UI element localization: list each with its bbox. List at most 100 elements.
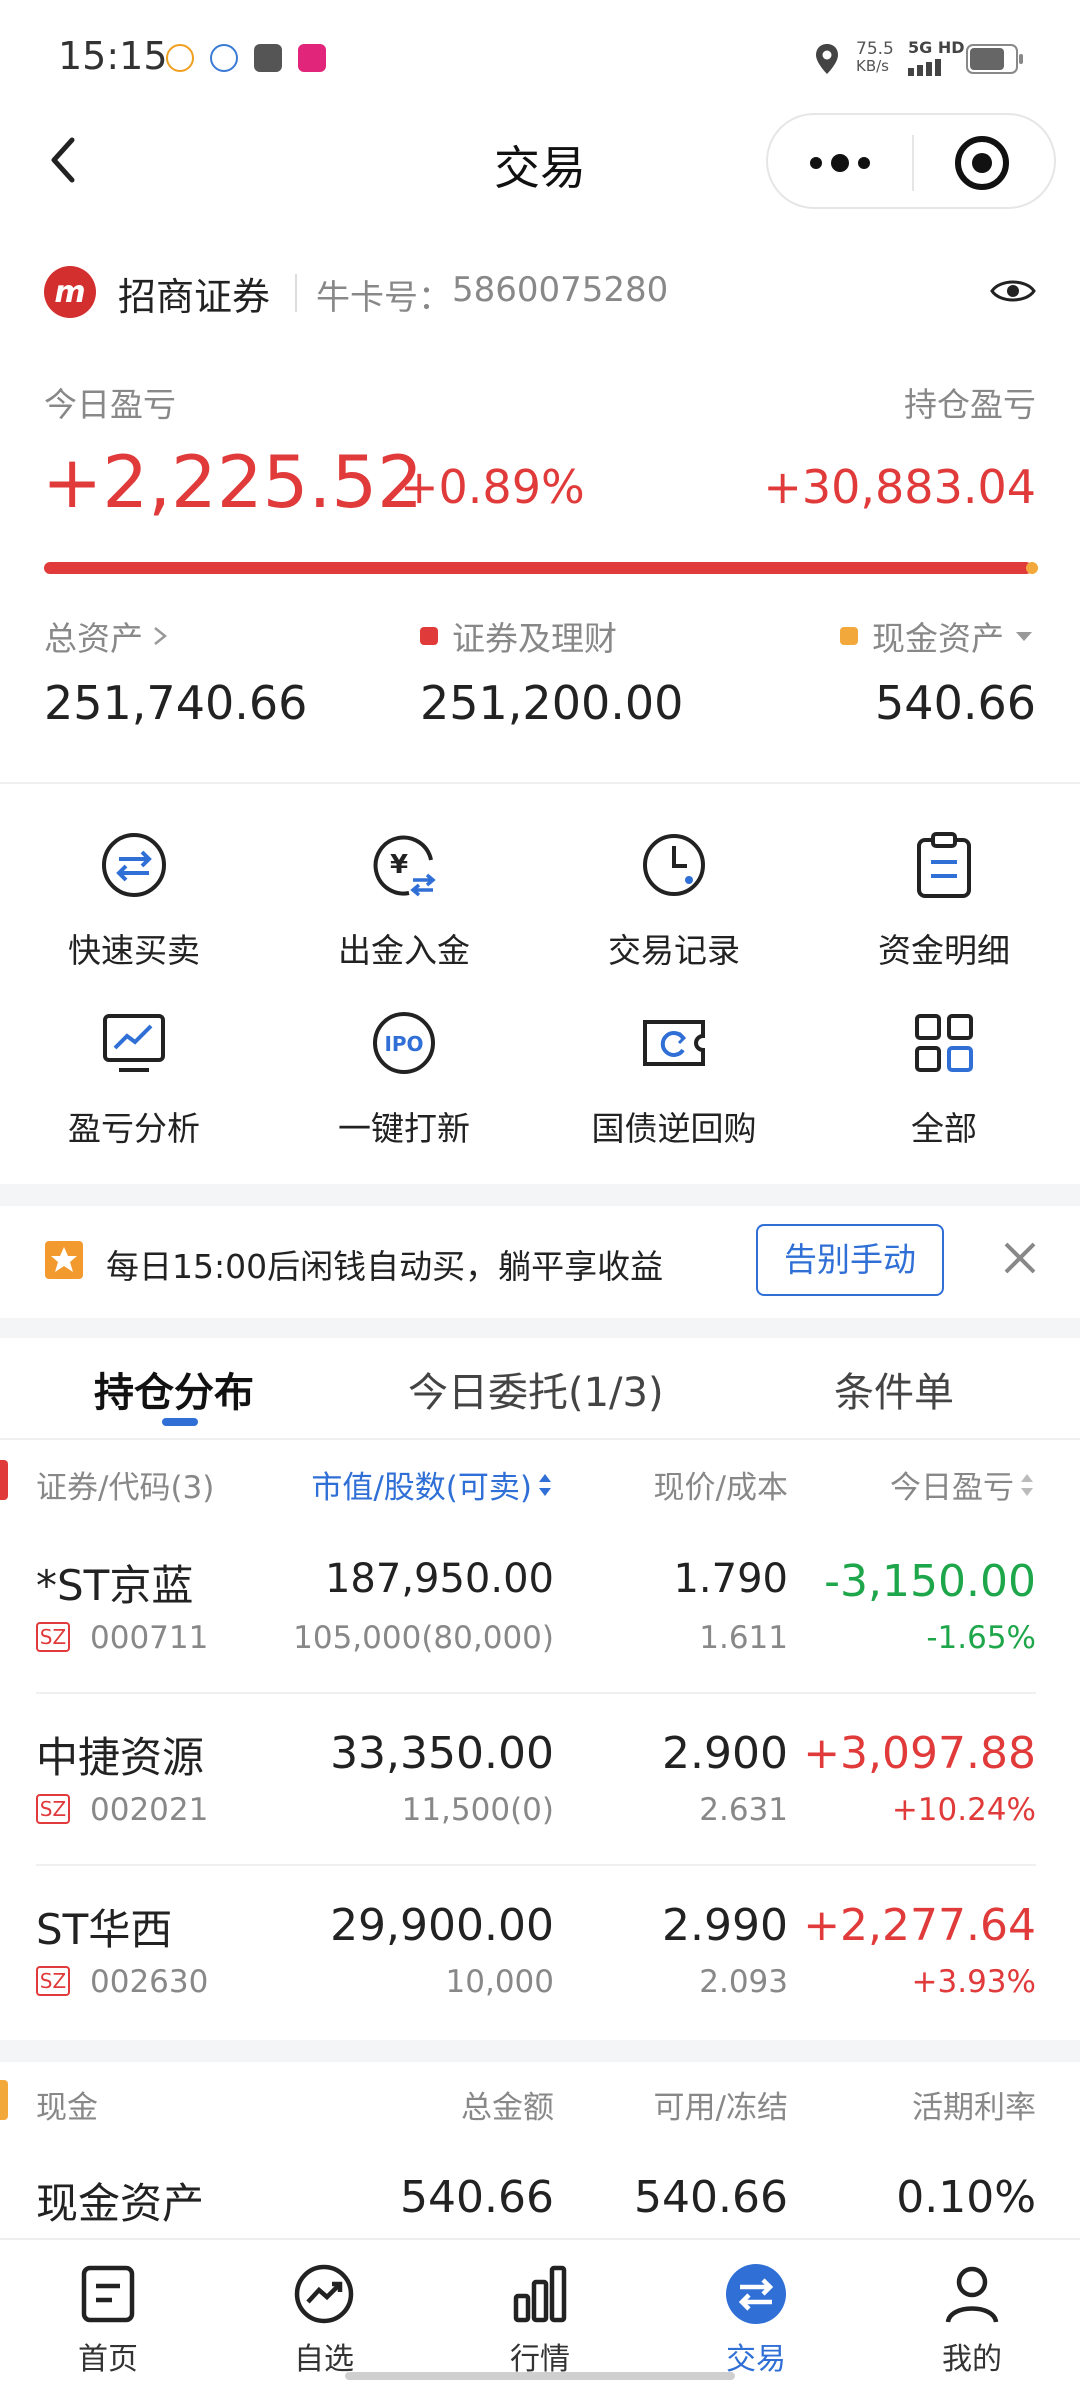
pnl-analysis-button[interactable]: 盈亏分析 bbox=[44, 1008, 224, 1150]
stock-name: 中捷资源 bbox=[36, 1733, 205, 1782]
col-header-price: 现价/成本 bbox=[653, 1470, 788, 1506]
yuan-transfer-icon: ¥ bbox=[373, 835, 436, 897]
today-pnl-pct: +10.24% bbox=[891, 1792, 1036, 1828]
market-badge: SZ bbox=[36, 1794, 70, 1824]
nav-watchlist[interactable]: 自选 bbox=[264, 2240, 384, 2378]
tab-divider bbox=[0, 1438, 1080, 1440]
caret-down-icon bbox=[1016, 632, 1032, 641]
sort-icon bbox=[1021, 1473, 1033, 1496]
sort-by-value-button[interactable]: 市值/股数(可卖) bbox=[311, 1462, 554, 1507]
more-dots-icon[interactable] bbox=[808, 149, 872, 177]
ipo-icon: IPO bbox=[373, 1012, 435, 1074]
promo-action-button[interactable]: 告别手动 bbox=[756, 1224, 944, 1296]
nav-market[interactable]: 行情 bbox=[480, 2240, 600, 2378]
broker-name[interactable]: 招商证券 bbox=[118, 266, 270, 321]
cash-color-dot bbox=[840, 627, 858, 645]
capsule-divider bbox=[912, 135, 914, 191]
bar-chart-icon bbox=[513, 2265, 567, 2323]
card-number: 5860075280 bbox=[452, 270, 669, 310]
table-row[interactable]: ST华西 SZ 002630 29,900.00 10,000 2.990 2.… bbox=[0, 1874, 1080, 2034]
news-app-icon bbox=[298, 44, 326, 72]
shares: 105,000(80,000) bbox=[293, 1620, 554, 1656]
location-icon bbox=[816, 44, 838, 74]
section-gap bbox=[0, 1184, 1080, 1206]
shares: 10,000 bbox=[445, 1964, 554, 2000]
stock-code: 002630 bbox=[90, 1964, 209, 2000]
tab-conditional-orders[interactable]: 条件单 bbox=[834, 1360, 954, 1418]
cash-row[interactable]: 现金资产 540.66 540.66 0.10% bbox=[0, 2150, 1080, 2230]
today-pnl-pct: +3.93% bbox=[911, 1964, 1036, 2000]
col-header-value: 市值/股数(可卖) bbox=[311, 1470, 532, 1506]
today-pnl-percent: +0.89% bbox=[400, 460, 585, 514]
account-divider bbox=[295, 274, 297, 312]
ipo-subscribe-button[interactable]: IPO 一键打新 bbox=[314, 1008, 494, 1150]
nav-label: 首页 bbox=[78, 2342, 138, 2377]
cash-allocation-dot bbox=[1026, 562, 1038, 574]
cash-col-name: 现金 bbox=[36, 2090, 98, 2126]
cost-price: 2.093 bbox=[699, 1964, 788, 2000]
chevron-right-icon bbox=[154, 627, 168, 645]
current-price: 2.900 bbox=[662, 1728, 788, 1779]
col-header-today: 今日盈亏 bbox=[890, 1470, 1014, 1506]
grid-label: 国债逆回购 bbox=[591, 1109, 757, 1148]
bottom-nav: 首页 自选 行情 交易 我的 bbox=[0, 2238, 1080, 2388]
holding-pnl-value: +30,883.04 bbox=[763, 460, 1036, 514]
total-assets-link[interactable]: 总资产 bbox=[44, 612, 171, 660]
market-badge: SZ bbox=[36, 1966, 70, 1996]
repo-button[interactable]: 国债逆回购 bbox=[584, 1008, 764, 1150]
close-icon[interactable] bbox=[1000, 1238, 1040, 1278]
sort-icon bbox=[539, 1473, 551, 1496]
tab-today-orders[interactable]: 今日委托(1/3) bbox=[408, 1360, 664, 1418]
stock-code: 000711 bbox=[90, 1620, 209, 1656]
table-row[interactable]: *ST京蓝 SZ 000711 187,950.00 105,000(80,00… bbox=[0, 1530, 1080, 1690]
shares: 11,500(0) bbox=[401, 1792, 554, 1828]
clipboard-icon bbox=[917, 832, 971, 898]
monitor-chart-icon bbox=[103, 1014, 165, 1072]
ticket-refresh-icon bbox=[643, 1020, 705, 1066]
deposit-withdraw-button[interactable]: ¥ 出金入金 bbox=[314, 830, 494, 972]
table-row[interactable]: 中捷资源 SZ 002021 33,350.00 11,500(0) 2.900… bbox=[0, 1702, 1080, 1862]
col-header-name: 证券/代码(3) bbox=[36, 1470, 215, 1506]
nav-home[interactable]: 首页 bbox=[48, 2240, 168, 2378]
grid-label: 全部 bbox=[911, 1109, 977, 1148]
today-pnl: -3,150.00 bbox=[824, 1556, 1036, 1607]
nav-mine[interactable]: 我的 bbox=[912, 2240, 1032, 2378]
market-value: 187,950.00 bbox=[324, 1556, 554, 1602]
broker-logo: m bbox=[44, 266, 96, 318]
sort-by-today-button[interactable]: 今日盈亏 bbox=[890, 1462, 1036, 1507]
stock-name: *ST京蓝 bbox=[36, 1561, 194, 1610]
all-services-button[interactable]: 全部 bbox=[854, 1008, 1034, 1150]
quick-trade-button[interactable]: 快速买卖 bbox=[44, 830, 224, 972]
svg-text:¥: ¥ bbox=[390, 850, 408, 880]
vivo-app-icon bbox=[254, 44, 282, 72]
svg-text:m: m bbox=[54, 275, 85, 310]
qq-app-icon bbox=[166, 44, 194, 72]
row-divider bbox=[36, 1692, 1036, 1694]
today-pnl-pct: -1.65% bbox=[926, 1620, 1036, 1656]
cash-marker bbox=[0, 2080, 8, 2120]
stock-name: ST华西 bbox=[36, 1905, 173, 1954]
cash-assets-dropdown[interactable]: 现金资产 bbox=[840, 612, 1036, 660]
person-icon bbox=[945, 2266, 999, 2323]
section-divider bbox=[0, 782, 1080, 784]
today-pnl-value: +2,225.52 bbox=[42, 440, 423, 524]
trend-circle-icon bbox=[294, 2264, 354, 2324]
trade-records-button[interactable]: 交易记录 bbox=[584, 830, 764, 972]
securities-legend: 证券及理财 bbox=[420, 612, 617, 660]
eye-icon[interactable] bbox=[990, 276, 1036, 306]
cash-col-total: 总金额 bbox=[461, 2090, 554, 2126]
cash-assets-value: 540.66 bbox=[875, 676, 1036, 730]
grid-label: 一键打新 bbox=[338, 1109, 470, 1148]
today-pnl: +2,277.64 bbox=[803, 1900, 1036, 1951]
today-pnl: +3,097.88 bbox=[803, 1728, 1036, 1779]
stock-code: 002021 bbox=[90, 1792, 209, 1828]
fund-details-button[interactable]: 资金明细 bbox=[854, 830, 1034, 972]
signal-icon bbox=[908, 59, 941, 76]
battery-icon bbox=[966, 44, 1023, 74]
cash-total: 540.66 bbox=[400, 2172, 554, 2223]
mini-program-capsule bbox=[766, 113, 1056, 209]
cash-name: 现金资产 bbox=[36, 2179, 205, 2228]
nav-trade[interactable]: 交易 bbox=[696, 2240, 816, 2378]
record-target-icon[interactable] bbox=[954, 135, 1010, 191]
tab-positions[interactable]: 持仓分布 bbox=[94, 1360, 254, 1418]
